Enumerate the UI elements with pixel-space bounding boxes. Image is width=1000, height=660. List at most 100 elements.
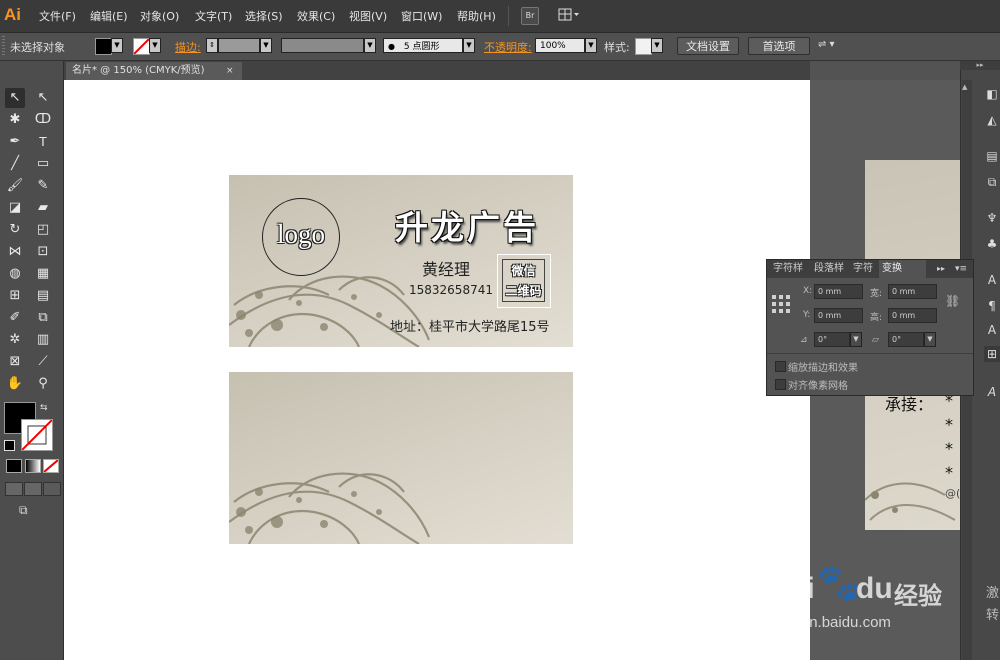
dock-expand-icon[interactable]: ▸▸ <box>960 61 1000 70</box>
arrange-icon[interactable]: ⇌ ▾ <box>818 39 848 53</box>
business-card-back[interactable] <box>229 372 573 544</box>
reference-point-icon[interactable] <box>771 294 791 317</box>
graphic-style-dropdown[interactable]: ▼ <box>651 38 663 53</box>
scroll-up-icon[interactable]: ▲ <box>962 83 967 91</box>
none-mode-icon[interactable] <box>43 459 59 473</box>
mesh-tool-icon[interactable]: ⊞ <box>5 286 25 306</box>
default-colors-icon[interactable] <box>4 440 15 451</box>
direct-selection-tool-icon[interactable]: ↖ <box>33 88 53 108</box>
line-tool-icon[interactable]: ╱ <box>5 154 25 174</box>
draw-inside-icon[interactable] <box>43 482 61 496</box>
paintbrush-tool-icon[interactable]: 🖌 <box>5 176 25 196</box>
variable-width-profile[interactable] <box>281 38 364 53</box>
width-field[interactable]: 0 mm <box>888 284 937 299</box>
shear-dropdown[interactable]: ▼ <box>924 332 936 347</box>
y-field[interactable]: 0 mm <box>814 308 863 323</box>
menu-file[interactable]: 文件(F) <box>39 8 76 24</box>
fill-swatch[interactable] <box>95 38 112 55</box>
panel-collapse-icon[interactable]: ▸▸ <box>937 260 945 278</box>
pencil-tool-icon[interactable]: ✎ <box>33 176 53 196</box>
perspective-grid-tool-icon[interactable]: ▦ <box>33 264 53 284</box>
stroke-weight-field[interactable] <box>218 38 260 53</box>
scale-strokes-checkbox[interactable] <box>775 361 786 372</box>
artboard-tool-icon[interactable]: ⊠ <box>5 352 25 372</box>
free-transform-tool-icon[interactable]: ⊡ <box>33 242 53 262</box>
column-graph-tool-icon[interactable]: ▥ <box>33 330 53 350</box>
tab-character-styles[interactable]: 字符样 <box>773 260 803 278</box>
menu-type[interactable]: 文字(T) <box>195 8 232 24</box>
arrange-documents-icon[interactable] <box>558 7 580 23</box>
preferences-button[interactable]: 首选项 <box>748 37 810 55</box>
rotate-field[interactable]: 0° <box>814 332 850 347</box>
shape-builder-tool-icon[interactable]: ◍ <box>5 264 25 284</box>
paragraph-panel-icon[interactable]: ¶ <box>984 298 1000 314</box>
artboard[interactable] <box>64 80 810 660</box>
constrain-proportions-icon[interactable]: ⛓ <box>945 294 960 308</box>
lasso-tool-icon[interactable]: ↀ <box>33 110 53 130</box>
menu-object[interactable]: 对象(O) <box>140 8 179 24</box>
blend-tool-icon[interactable]: ⧉ <box>33 308 53 328</box>
business-card-front[interactable]: logo 升龙广告 黄经理 15832658741 微信 二维码 地址：桂平市大… <box>229 175 573 347</box>
opacity-field[interactable]: 100% <box>535 38 585 53</box>
symbols-panel-icon[interactable]: ♆ <box>984 210 1000 226</box>
eyedropper-tool-icon[interactable]: ✐ <box>5 308 25 328</box>
brush-definition[interactable]: ● 5 点圆形 <box>383 38 463 53</box>
swap-colors-icon[interactable]: ⇆ <box>40 403 48 413</box>
zoom-tool-icon[interactable]: ⚲ <box>33 374 53 394</box>
draw-behind-icon[interactable] <box>24 482 42 496</box>
blob-brush-tool-icon[interactable]: ◪ <box>5 198 25 218</box>
x-field[interactable]: 0 mm <box>814 284 863 299</box>
width-tool-icon[interactable]: ⋈ <box>5 242 25 262</box>
panel-menu-icon[interactable]: ▾≡ <box>955 260 967 278</box>
rectangle-tool-icon[interactable]: ▭ <box>33 154 53 174</box>
close-tab-icon[interactable]: × <box>226 62 234 80</box>
character-styles-icon[interactable]: A <box>984 384 1000 400</box>
tab-character[interactable]: 字符 <box>853 260 873 278</box>
symbol-sprayer-tool-icon[interactable]: ✲ <box>5 330 25 350</box>
hand-tool-icon[interactable]: ✋ <box>5 374 25 394</box>
rotate-dropdown[interactable]: ▼ <box>850 332 862 347</box>
fill-dropdown[interactable]: ▼ <box>111 38 123 53</box>
color-panel-icon[interactable]: ◧ <box>984 86 1000 102</box>
type-tool-icon[interactable]: T <box>33 132 53 152</box>
magic-wand-tool-icon[interactable]: ✱ <box>5 110 25 130</box>
menu-view[interactable]: 视图(V) <box>349 8 387 24</box>
stroke-dropdown[interactable]: ▼ <box>149 38 161 53</box>
height-field[interactable]: 0 mm <box>888 308 937 323</box>
draw-normal-icon[interactable] <box>5 482 23 496</box>
stroke-color-icon[interactable] <box>21 419 53 451</box>
profile-dropdown[interactable]: ▼ <box>364 38 376 53</box>
rotate-tool-icon[interactable]: ↻ <box>5 220 25 240</box>
shear-field[interactable]: 0° <box>888 332 924 347</box>
transform-panel-icon[interactable]: ⊞ <box>984 346 1000 362</box>
align-pixel-checkbox[interactable] <box>775 379 786 390</box>
slice-tool-icon[interactable]: ⟋ <box>33 352 53 372</box>
brushes-panel-icon[interactable]: ⧉ <box>984 174 1000 190</box>
menu-select[interactable]: 选择(S) <box>245 8 283 24</box>
gradient-tool-icon[interactable]: ▤ <box>33 286 53 306</box>
stroke-swatch[interactable] <box>133 38 150 55</box>
menu-effect[interactable]: 效果(C) <box>297 8 335 24</box>
menu-help[interactable]: 帮助(H) <box>457 8 496 24</box>
screen-mode-icon[interactable]: ⧉ <box>19 503 39 517</box>
selection-tool-icon[interactable]: ↖ <box>5 88 25 108</box>
opentype-panel-icon[interactable]: A <box>984 322 1000 338</box>
eraser-tool-icon[interactable]: ▰ <box>33 198 53 218</box>
stroke-weight-label[interactable]: 描边: <box>175 39 201 55</box>
pen-tool-icon[interactable]: ✒ <box>5 132 25 152</box>
color-guide-icon[interactable]: ◭ <box>984 112 1000 128</box>
document-tab[interactable]: 名片* @ 150% (CMYK/预览) <box>66 62 242 80</box>
opacity-dropdown[interactable]: ▼ <box>585 38 597 53</box>
scale-tool-icon[interactable]: ◰ <box>33 220 53 240</box>
graphic-style-swatch[interactable] <box>635 38 652 55</box>
graphic-styles-icon[interactable]: ♣ <box>984 236 1000 252</box>
bridge-button[interactable]: Br <box>521 7 539 25</box>
menu-edit[interactable]: 编辑(E) <box>90 8 128 24</box>
brush-dropdown[interactable]: ▼ <box>463 38 475 53</box>
tab-transform[interactable]: 变换 <box>879 260 926 278</box>
control-bar-grip[interactable] <box>2 36 5 56</box>
gradient-mode-icon[interactable] <box>25 459 41 473</box>
character-panel-icon[interactable]: A <box>984 272 1000 288</box>
stroke-weight-dropdown[interactable]: ▼ <box>260 38 272 53</box>
stroke-weight-stepper[interactable]: ⇕ <box>206 38 218 53</box>
